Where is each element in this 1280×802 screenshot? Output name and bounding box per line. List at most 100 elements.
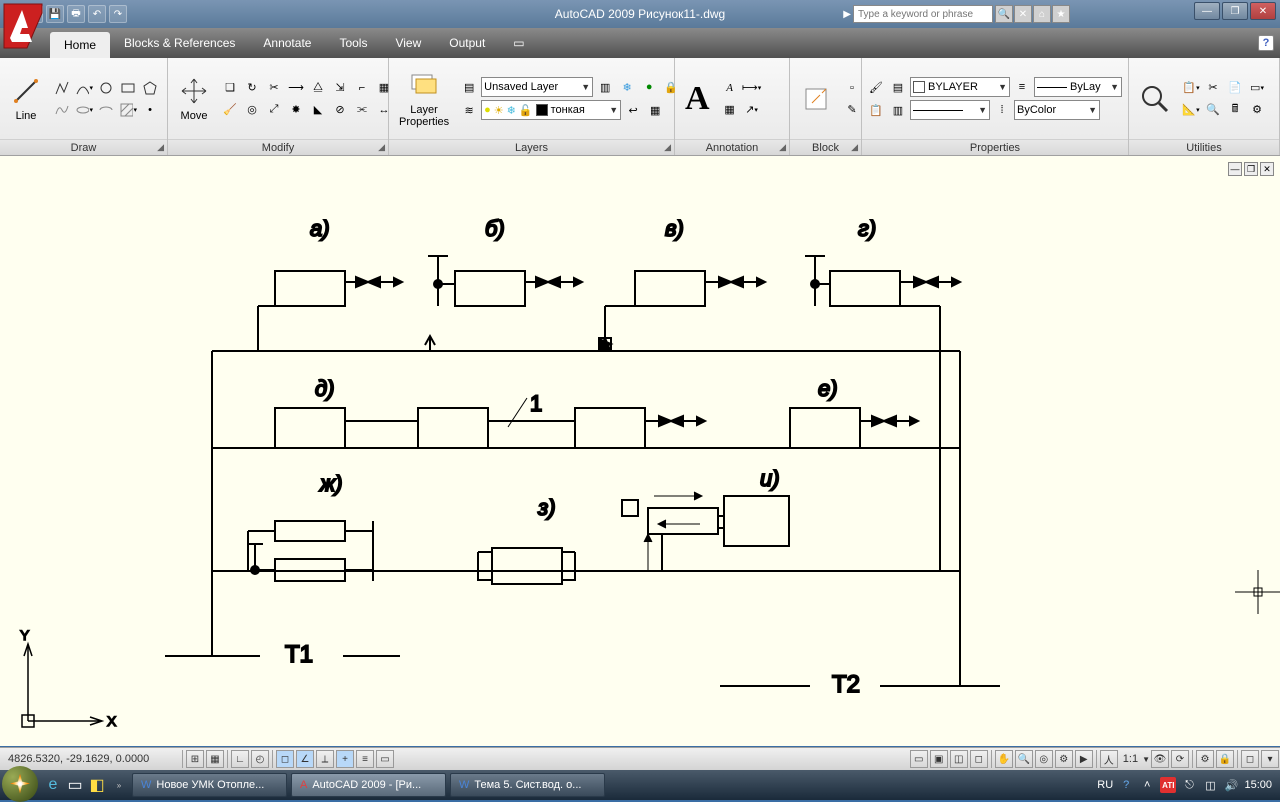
start-button[interactable] xyxy=(2,766,38,802)
tray-up-icon[interactable]: ˄ xyxy=(1139,777,1155,793)
model-btn[interactable]: ▭ xyxy=(910,750,928,768)
tray-vol-icon[interactable]: 🔊 xyxy=(1223,777,1239,793)
tray-usb-icon[interactable]: ⎋ xyxy=(1181,777,1197,793)
expand-icon[interactable]: ◢ xyxy=(378,142,385,153)
arc-icon[interactable]: ▾ xyxy=(74,78,94,98)
tab-home[interactable]: Home xyxy=(50,32,110,58)
zoom-icon[interactable]: 🔍 xyxy=(1015,750,1033,768)
fullscreen-icon[interactable]: ◻ xyxy=(1241,750,1259,768)
prop2-icon[interactable]: ▥ xyxy=(888,100,908,120)
search-close-icon[interactable]: ✕ xyxy=(1014,5,1032,23)
qselect-icon[interactable]: 🔍 xyxy=(1203,100,1223,120)
hatch-icon[interactable]: ▾ xyxy=(118,100,138,120)
tab-output[interactable]: Output xyxy=(435,31,499,55)
tab-view[interactable]: View xyxy=(381,31,435,55)
pan-icon[interactable]: ✋ xyxy=(995,750,1013,768)
tray-ati-icon[interactable]: ATI xyxy=(1160,777,1176,793)
offset-icon[interactable]: ◎ xyxy=(242,100,262,120)
layer-freeze-icon[interactable]: ❄ xyxy=(617,77,637,97)
ellipse-arc-icon[interactable] xyxy=(96,100,116,120)
layer-match-icon[interactable]: ≋ xyxy=(459,100,479,120)
rotate-icon[interactable]: ↻ xyxy=(242,78,262,98)
measure-icon[interactable]: 📐▾ xyxy=(1181,100,1201,120)
tab-blocks[interactable]: Blocks & References xyxy=(110,31,249,55)
qp-toggle[interactable]: ▭ xyxy=(376,750,394,768)
qat-undo-icon[interactable]: ↶ xyxy=(88,5,106,23)
lwt-toggle[interactable]: ≡ xyxy=(356,750,374,768)
task-item-2[interactable]: AAutoCAD 2009 - [Ри... xyxy=(291,773,446,797)
layout-btn[interactable]: ▣ xyxy=(930,750,948,768)
circle-icon[interactable] xyxy=(96,78,116,98)
zoom-button[interactable] xyxy=(1133,81,1177,117)
qv-layout-icon[interactable]: ◫ xyxy=(950,750,968,768)
ducs-toggle[interactable]: ⟂ xyxy=(316,750,334,768)
ellipse-icon[interactable]: ▾ xyxy=(74,100,94,120)
text-button[interactable]: A xyxy=(679,78,716,120)
quicklaunch-ie-icon[interactable]: e xyxy=(42,774,64,796)
layer-uniso-icon[interactable]: ▦ xyxy=(645,100,665,120)
rectangle-icon[interactable] xyxy=(118,78,138,98)
qat-open-icon[interactable]: 📂 xyxy=(25,5,43,23)
grid-toggle[interactable]: ▦ xyxy=(206,750,224,768)
units-icon[interactable]: ⚙ xyxy=(1247,100,1267,120)
expand-icon[interactable]: ◢ xyxy=(157,142,164,153)
search-home-icon[interactable]: ⌂ xyxy=(1033,5,1051,23)
tray-settings-icon[interactable]: ▾ xyxy=(1261,750,1279,768)
task-item-1[interactable]: WНовое УМК Отопле... xyxy=(132,773,287,797)
search-fav-icon[interactable]: ★ xyxy=(1052,5,1070,23)
ltype-combo[interactable]: ByLay▼ xyxy=(1034,77,1122,97)
explode-icon[interactable]: ✸ xyxy=(286,100,306,120)
chamfer-icon[interactable]: ◣ xyxy=(308,100,328,120)
leader-icon[interactable]: ↗▾ xyxy=(742,100,762,120)
layer-combo[interactable]: ●☀❄🔓 тонкая▼ xyxy=(481,100,621,120)
expand-icon[interactable]: ◢ xyxy=(851,142,858,153)
layer-prev-icon[interactable]: ↩ xyxy=(623,100,643,120)
dyn-toggle[interactable]: + xyxy=(336,750,354,768)
break-icon[interactable]: ⊘ xyxy=(330,100,350,120)
lweight-combo[interactable]: ▼ xyxy=(910,100,990,120)
search-btn-icon[interactable]: 🔍 xyxy=(995,5,1013,23)
join-icon[interactable]: ⫘ xyxy=(352,100,372,120)
help-icon[interactable]: ? xyxy=(1258,35,1274,51)
qat-print-icon[interactable]: 🖶 xyxy=(67,5,85,23)
line-button[interactable]: Line xyxy=(4,73,48,124)
annoauto-icon[interactable]: ⟳ xyxy=(1171,750,1189,768)
tab-tools[interactable]: Tools xyxy=(325,31,381,55)
color-combo[interactable]: BYLAYER▼ xyxy=(910,77,1010,97)
point-icon[interactable]: • xyxy=(140,100,160,120)
layer-state-combo[interactable]: Unsaved Layer▼ xyxy=(481,77,593,97)
scale-readout[interactable]: 1:1 xyxy=(1119,753,1142,765)
close-button[interactable]: ✕ xyxy=(1250,2,1276,20)
orbit-icon[interactable]: ◎ xyxy=(1035,750,1053,768)
trim-icon[interactable]: ✂ xyxy=(264,78,284,98)
tray-help-icon[interactable]: ? xyxy=(1118,777,1134,793)
otrack-toggle[interactable]: ∠ xyxy=(296,750,314,768)
annovis-icon[interactable]: 👁 xyxy=(1151,750,1169,768)
text-style-icon[interactable]: A xyxy=(720,78,740,98)
lang-indicator[interactable]: RU xyxy=(1097,779,1113,791)
lineweight-icon[interactable]: ≡ xyxy=(1012,77,1032,97)
tab-extra-icon[interactable]: ▭ xyxy=(499,31,538,55)
edit-block-icon[interactable]: ✎ xyxy=(842,100,862,120)
tab-annotate[interactable]: Annotate xyxy=(249,31,325,55)
erase-icon[interactable]: 🧹 xyxy=(220,100,240,120)
quicklaunch-more-icon[interactable]: » xyxy=(108,774,130,796)
create-block-icon[interactable]: ▫ xyxy=(842,78,862,98)
spline-icon[interactable] xyxy=(52,100,72,120)
copy-icon[interactable]: ❑ xyxy=(220,78,240,98)
task-item-3[interactable]: WТема 5. Сист.вод. о... xyxy=(450,773,605,797)
polyline-icon[interactable] xyxy=(52,78,72,98)
lock-ui-icon[interactable]: 🔒 xyxy=(1216,750,1234,768)
steering-icon[interactable]: ⚙ xyxy=(1055,750,1073,768)
clock[interactable]: 15:00 xyxy=(1244,779,1272,791)
match-prop-icon[interactable]: 🖌 xyxy=(866,77,886,97)
calc-icon[interactable]: 🖩 xyxy=(1225,100,1245,120)
polar-toggle[interactable]: ◴ xyxy=(251,750,269,768)
qat-redo-icon[interactable]: ↷ xyxy=(109,5,127,23)
copy-clip-icon[interactable]: 📄 xyxy=(1225,78,1245,98)
annoscale-icon[interactable]: 人 xyxy=(1100,750,1118,768)
maximize-button[interactable]: ❐ xyxy=(1222,2,1248,20)
paste-icon[interactable]: 📋▾ xyxy=(1181,78,1201,98)
select-all-icon[interactable]: ▭▾ xyxy=(1247,78,1267,98)
layer-properties-button[interactable]: Layer Properties xyxy=(393,67,455,130)
